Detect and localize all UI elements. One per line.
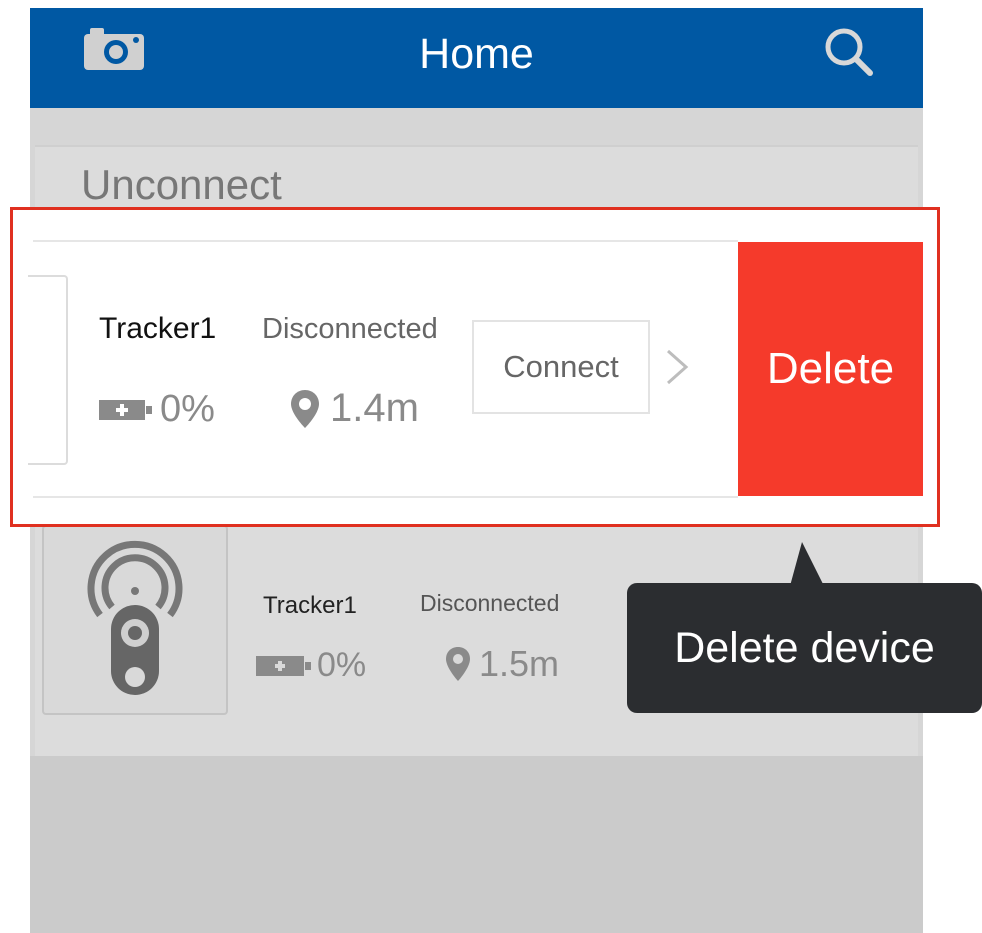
search-icon[interactable] bbox=[820, 23, 876, 79]
page-title: Home bbox=[419, 30, 534, 78]
device-status: Disconnected bbox=[262, 313, 438, 345]
tooltip: Delete device bbox=[627, 583, 982, 713]
device-thumbnail[interactable] bbox=[42, 525, 228, 715]
app-header: Home bbox=[30, 8, 923, 108]
divider bbox=[33, 240, 738, 242]
distance-value: 1.4m bbox=[330, 386, 419, 430]
device-name: Tracker1 bbox=[263, 592, 357, 619]
location-pin-icon bbox=[446, 647, 470, 681]
connect-button[interactable]: Connect bbox=[472, 320, 650, 414]
location-pin-icon bbox=[291, 389, 319, 428]
chevron-right-icon[interactable] bbox=[662, 345, 692, 389]
device-thumbnail[interactable] bbox=[28, 275, 68, 465]
device-status: Disconnected bbox=[420, 590, 560, 616]
device-name: Tracker1 bbox=[99, 312, 217, 345]
distance-info: 1.4m bbox=[290, 386, 419, 431]
battery-info: 0% bbox=[255, 646, 366, 685]
battery-value: 0% bbox=[317, 646, 367, 684]
distance-info: 1.5m bbox=[445, 643, 559, 685]
empty-area bbox=[30, 756, 923, 933]
divider bbox=[33, 496, 738, 498]
tracker-icon bbox=[87, 540, 183, 695]
battery-info: 0% bbox=[98, 388, 215, 431]
section-title: Unconnect bbox=[81, 161, 282, 208]
distance-value: 1.5m bbox=[479, 643, 560, 684]
battery-icon bbox=[256, 655, 311, 676]
tooltip-arrow bbox=[790, 542, 824, 586]
battery-value: 0% bbox=[160, 388, 215, 430]
battery-icon bbox=[99, 399, 152, 420]
delete-button[interactable]: Delete bbox=[738, 242, 923, 496]
